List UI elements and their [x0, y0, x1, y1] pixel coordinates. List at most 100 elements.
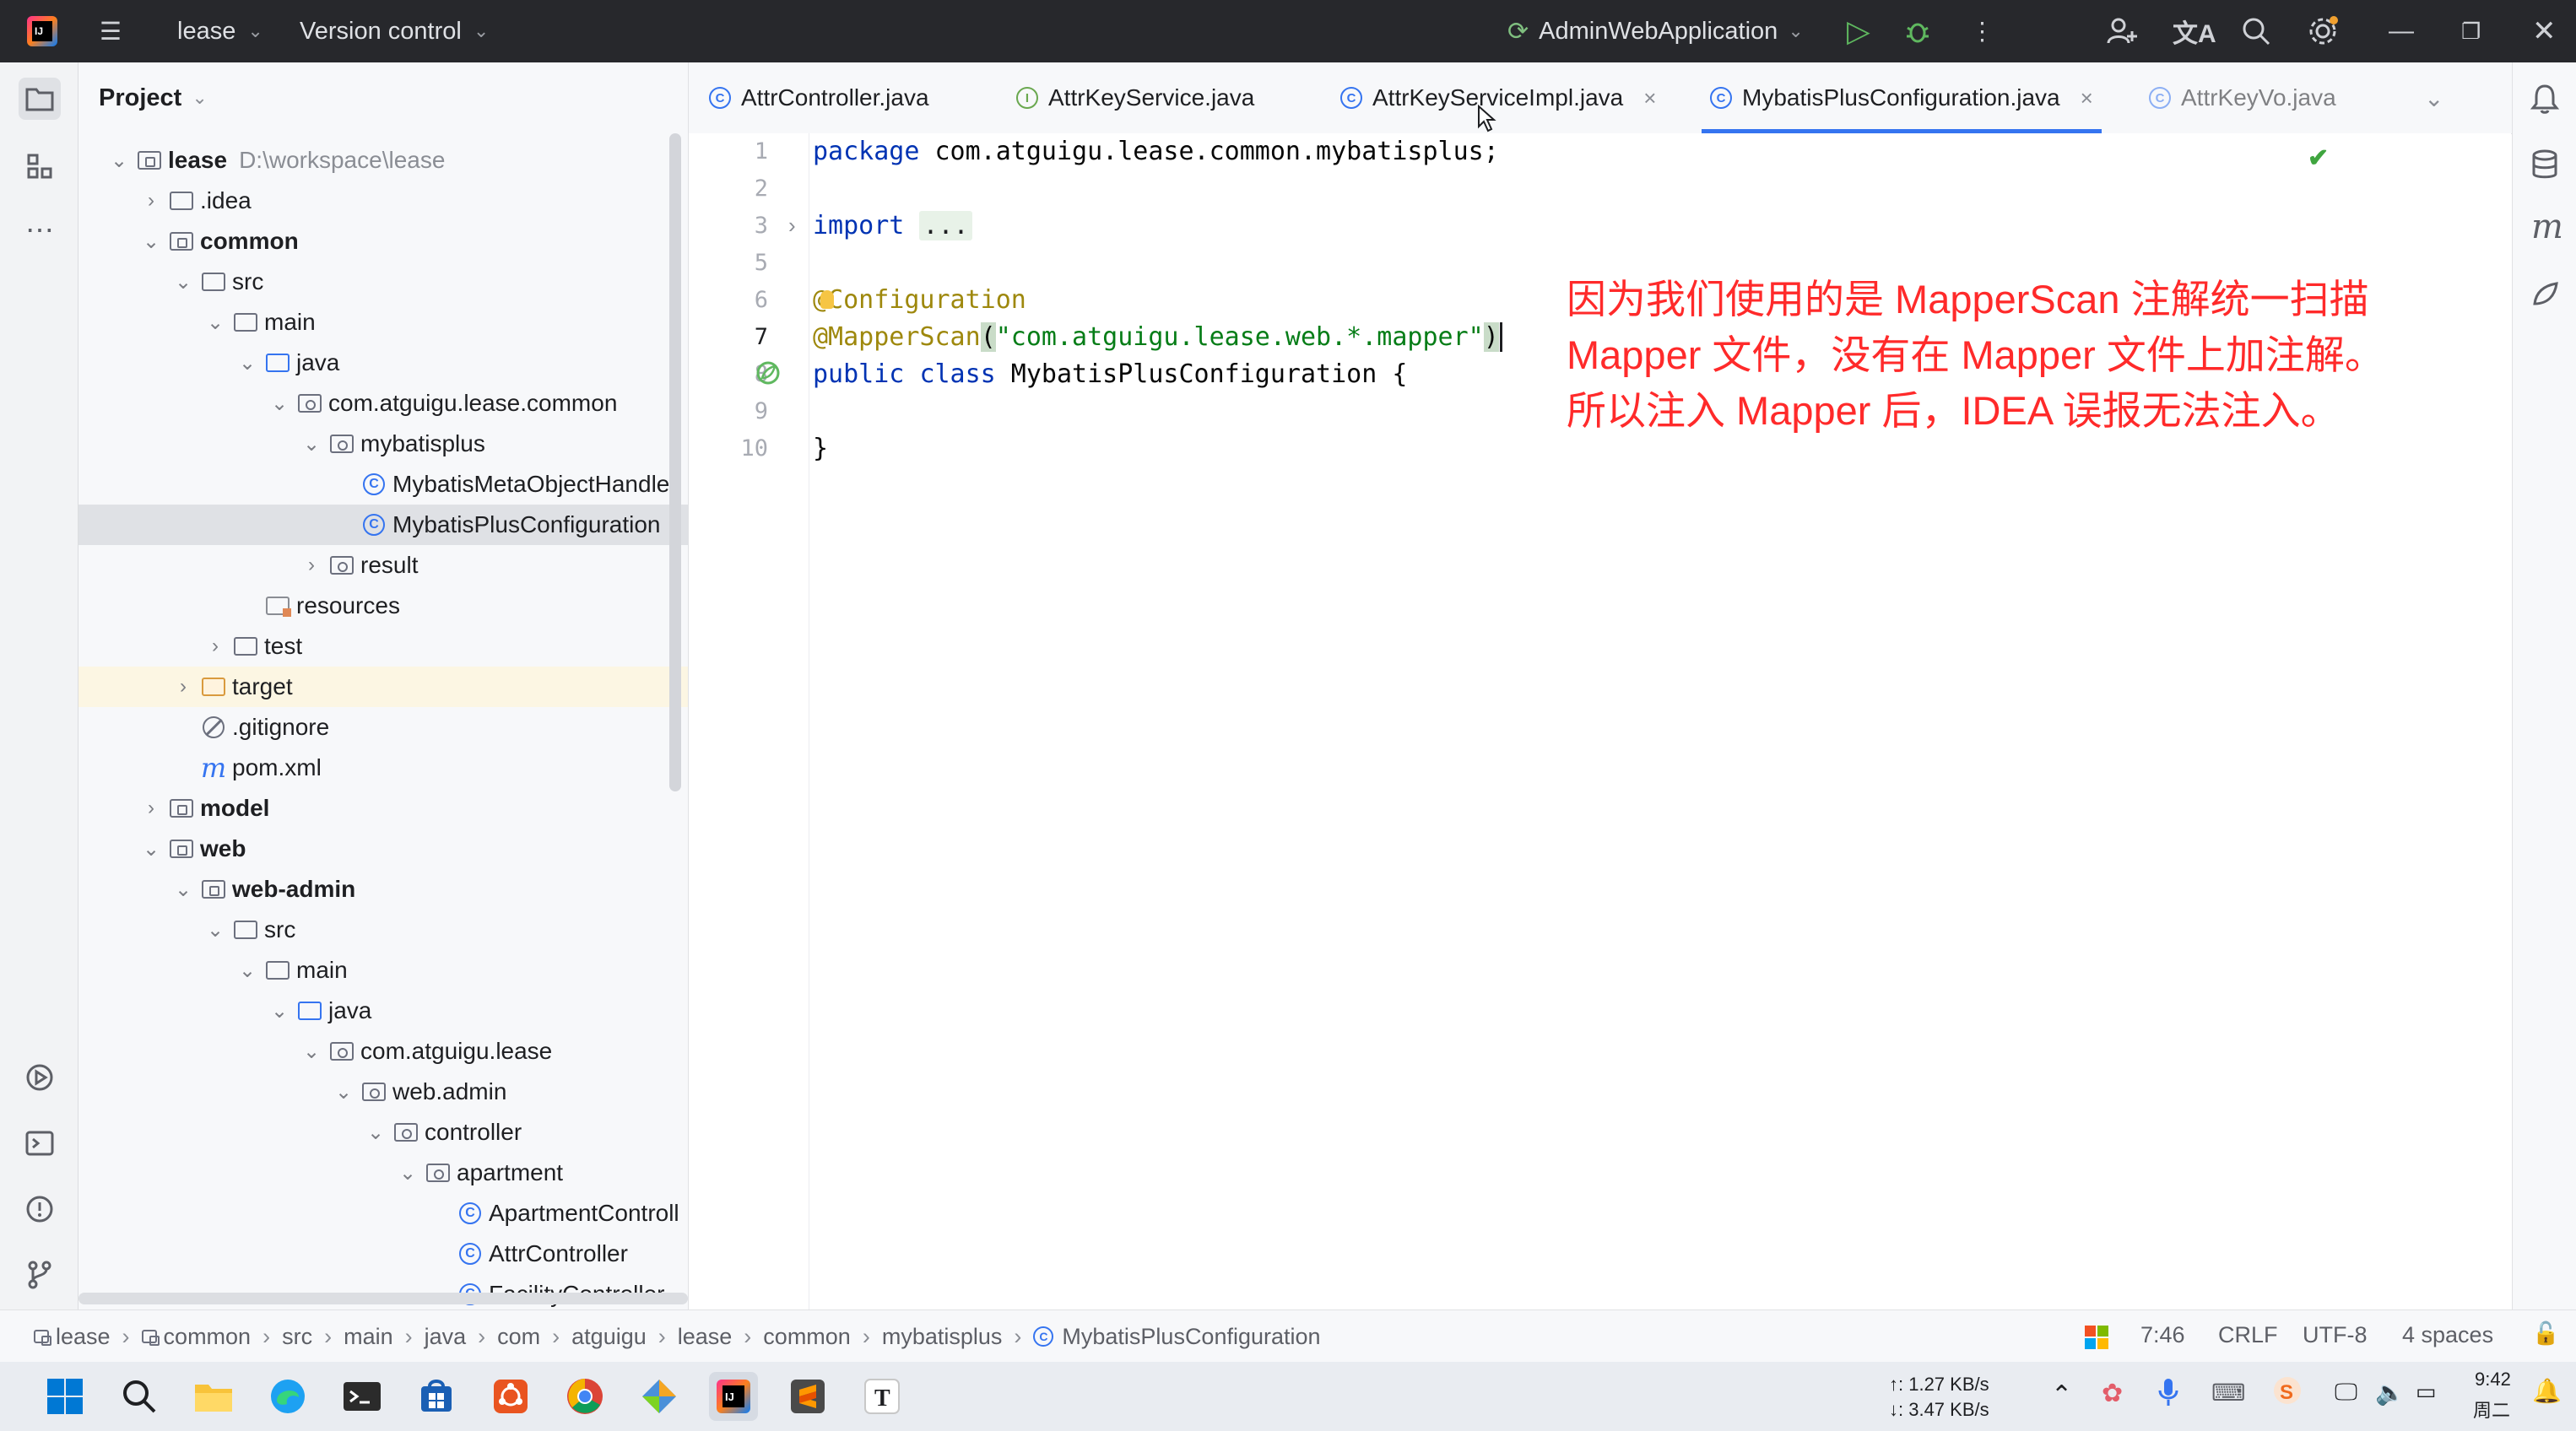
problems-tool-icon[interactable] [19, 1188, 61, 1230]
tree-item-package-common[interactable]: ⌄ com.atguigu.lease.common [78, 383, 688, 424]
no-problems-check-icon[interactable]: ✔ [2308, 143, 2329, 173]
tree-item-pom[interactable]: m pom.xml [78, 748, 688, 788]
tree-item-result[interactable]: › result [78, 545, 688, 586]
main-menu-icon[interactable]: ☰ [100, 0, 122, 62]
tree-item-web-admin-package[interactable]: ⌄ web.admin [78, 1072, 688, 1112]
tab-attrkeyvo[interactable]: C AttrKeyVo.java [2149, 62, 2336, 133]
tree-item-main[interactable]: ⌄ main [78, 950, 688, 991]
spring-tool-icon[interactable] [2530, 278, 2560, 313]
breadcrumb-item[interactable]: src [282, 1324, 312, 1350]
run-icon[interactable]: ▷ [1847, 0, 1870, 62]
debug-icon[interactable] [1902, 0, 1933, 62]
file-encoding[interactable]: UTF-8 [2303, 1322, 2368, 1348]
battery-icon[interactable]: ▭ [2416, 1379, 2437, 1405]
structure-tool-icon[interactable] [19, 145, 61, 187]
breadcrumb-item[interactable]: MybatisPlusConfiguration [1062, 1324, 1320, 1350]
search-icon[interactable] [115, 1372, 164, 1421]
chevron-down-icon[interactable]: ⌄ [360, 1120, 391, 1145]
intellij-logo-icon[interactable]: IJ [25, 0, 59, 62]
chevron-up-icon[interactable]: ⌃ [2051, 1380, 2072, 1410]
tree-item-controller[interactable]: ⌄ controller [78, 1112, 688, 1153]
chevron-right-icon[interactable]: › [136, 796, 166, 820]
search-icon[interactable] [2240, 0, 2272, 62]
translate-icon[interactable]: 文A [2173, 0, 2216, 62]
input-method-icon[interactable]: ⌨ [2211, 1379, 2245, 1407]
notification-bell-icon[interactable]: 🔔 [2532, 1377, 2562, 1405]
microphone-icon[interactable] [2157, 1377, 2179, 1412]
tab-overflow-chevron-icon[interactable]: ⌄ [2424, 62, 2443, 133]
tree-item-mybatisplus[interactable]: ⌄ mybatisplus [78, 424, 688, 464]
store-app-icon[interactable] [412, 1372, 461, 1421]
chevron-down-icon[interactable]: ⌄ [200, 310, 230, 335]
tree-item-idea[interactable]: › .idea [78, 181, 688, 221]
close-tab-icon[interactable]: × [2081, 85, 2093, 111]
typora-app-icon[interactable]: T [858, 1372, 906, 1421]
tree-item-mybatisplusconfiguration[interactable]: C MybatisPlusConfiguration [78, 505, 688, 545]
vertical-scrollbar[interactable] [669, 133, 681, 791]
project-tool-icon[interactable] [19, 78, 61, 120]
tree-item-attrcontroller[interactable]: C AttrController [78, 1234, 688, 1274]
breadcrumb-item[interactable]: main [344, 1324, 393, 1350]
lightbulb-icon[interactable] [820, 290, 834, 309]
breadcrumb-item[interactable]: atguigu [571, 1324, 647, 1350]
start-menu-icon[interactable] [41, 1372, 89, 1421]
project-panel-header[interactable]: Project ⌄ [99, 62, 208, 133]
more-tools-icon[interactable]: ⋯ [19, 209, 61, 251]
diamond-app-icon[interactable] [635, 1372, 684, 1421]
chevron-down-icon[interactable]: ⌄ [168, 878, 198, 902]
settings-icon[interactable] [2306, 0, 2340, 62]
vcs-selector[interactable]: Version control ⌄ [300, 0, 489, 62]
breadcrumb-item[interactable]: mybatisplus [882, 1324, 1003, 1350]
tree-item-src[interactable]: ⌄ src [78, 262, 688, 302]
tree-item-gitignore[interactable]: .gitignore [78, 707, 688, 748]
tree-item-common[interactable]: ⌄ common [78, 221, 688, 262]
tree-item-web-admin[interactable]: ⌄ web-admin [78, 869, 688, 910]
services-tool-icon[interactable] [19, 1056, 61, 1099]
run-config-selector[interactable]: ⟳ AdminWebApplication ⌄ [1507, 0, 1804, 62]
chevron-down-icon[interactable]: ⌄ [136, 230, 166, 254]
tree-item-resources[interactable]: resources [78, 586, 688, 626]
sogou-s-icon[interactable]: S [2272, 1375, 2303, 1411]
close-window-icon[interactable]: ✕ [2532, 0, 2557, 62]
chevron-right-icon[interactable]: › [136, 189, 166, 213]
chevron-right-icon[interactable]: › [168, 675, 198, 699]
display-icon[interactable]: 🖵 [2335, 1379, 2357, 1407]
chevron-down-icon[interactable]: ⌄ [232, 351, 262, 375]
lock-icon[interactable]: 🔓 [2532, 1320, 2559, 1347]
close-tab-icon[interactable]: × [1643, 85, 1656, 111]
tree-item-main[interactable]: ⌄ main [78, 302, 688, 343]
tree-item-java[interactable]: ⌄ java [78, 991, 688, 1031]
horizontal-scrollbar[interactable] [78, 1293, 688, 1304]
ubuntu-app-icon[interactable] [486, 1372, 535, 1421]
chevron-right-icon[interactable]: › [296, 554, 327, 577]
project-selector[interactable]: lease ⌄ [177, 0, 263, 62]
tree-item-target[interactable]: › target [78, 667, 688, 707]
chevron-down-icon[interactable]: ⌄ [264, 999, 295, 1023]
clock-day[interactable]: 周二 [2473, 1396, 2510, 1423]
breadcrumb-item[interactable]: java [425, 1324, 467, 1350]
app-tray-icon[interactable]: ✿ [2102, 1379, 2123, 1408]
terminal-app-icon[interactable] [338, 1372, 387, 1421]
breadcrumb-item[interactable]: com [497, 1324, 540, 1350]
tree-item-package-lease[interactable]: ⌄ com.atguigu.lease [78, 1031, 688, 1072]
tree-item-src[interactable]: ⌄ src [78, 910, 688, 950]
tree-item-metaobjecthandler[interactable]: C MybatisMetaObjectHandle [78, 464, 688, 505]
minimize-window-icon[interactable]: — [2389, 0, 2414, 62]
terminal-tool-icon[interactable] [19, 1122, 61, 1164]
chrome-browser-icon[interactable] [560, 1372, 609, 1421]
breadcrumb-item[interactable]: lease [56, 1324, 111, 1350]
chevron-down-icon[interactable]: ⌄ [200, 918, 230, 942]
breadcrumb-item[interactable]: lease [678, 1324, 733, 1350]
chevron-down-icon[interactable]: ⌄ [296, 432, 327, 456]
database-icon[interactable] [2530, 148, 2560, 185]
breadcrumb-item[interactable]: common [164, 1324, 252, 1350]
chevron-down-icon[interactable]: ⌄ [328, 1080, 359, 1104]
tree-item-lease[interactable]: ⌄ lease D:\workspace\lease [78, 140, 688, 181]
tree-item-model[interactable]: › model [78, 788, 688, 829]
intellij-idea-app-icon[interactable]: IJ [709, 1372, 758, 1421]
tree-item-apartmentcontroller[interactable]: C ApartmentControll [78, 1193, 688, 1234]
maven-tool-icon[interactable]: m [2531, 208, 2563, 246]
volume-icon[interactable]: 🔈 [2375, 1379, 2405, 1407]
tab-mybatisplusconfiguration[interactable]: C MybatisPlusConfiguration.java × [1702, 62, 2102, 133]
chevron-down-icon[interactable]: ⌄ [104, 148, 134, 173]
